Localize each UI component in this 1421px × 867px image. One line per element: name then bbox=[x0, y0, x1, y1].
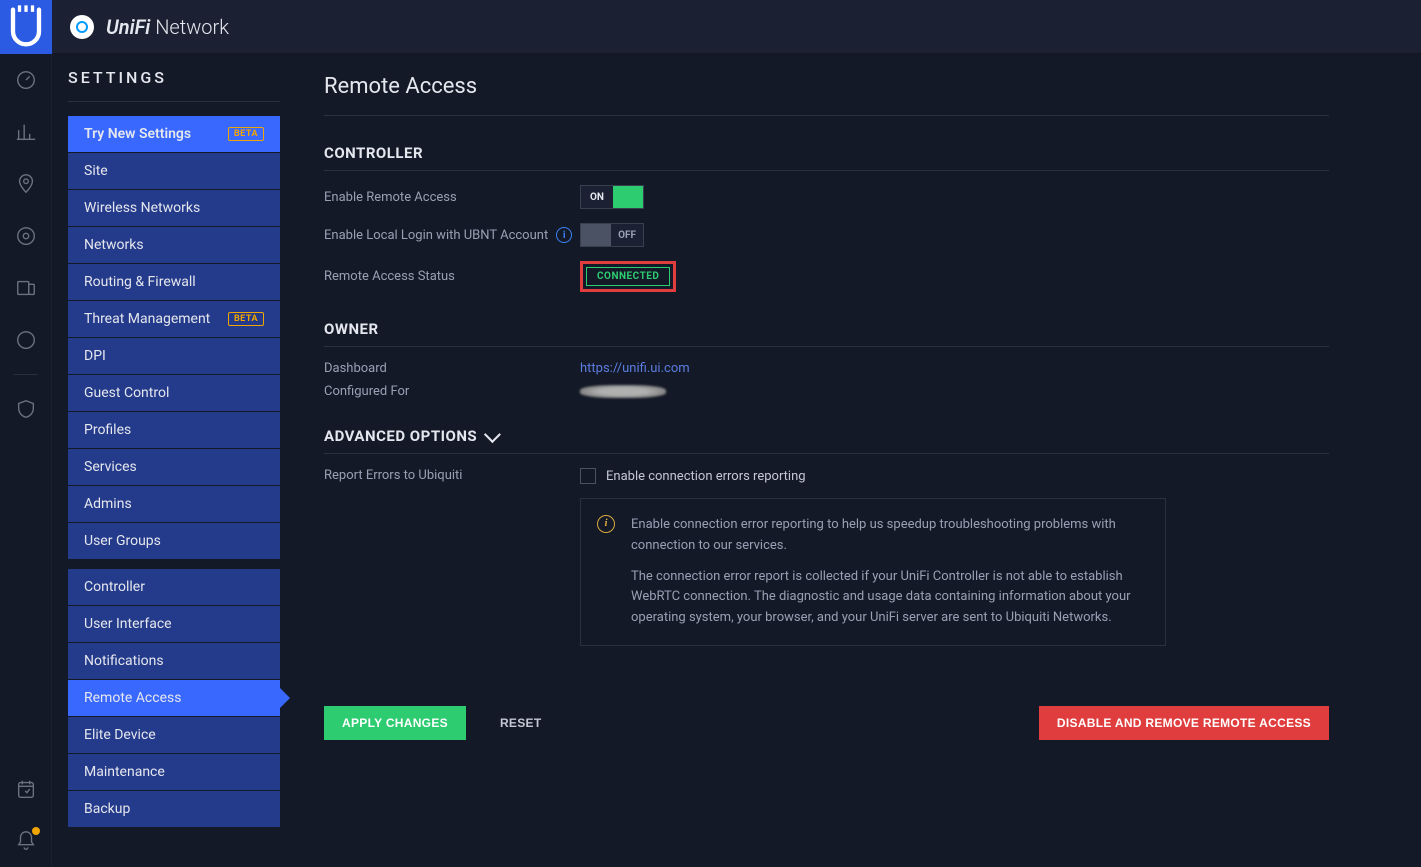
reset-button[interactable]: RESET bbox=[482, 706, 560, 740]
devices-icon[interactable] bbox=[6, 216, 46, 256]
nav-label: Elite Device bbox=[84, 727, 156, 743]
toggle-on-label: ON bbox=[581, 186, 613, 208]
nav-label: Admins bbox=[84, 496, 132, 512]
remote-access-status-label: Remote Access Status bbox=[324, 269, 580, 284]
nav-guest-control[interactable]: Guest Control bbox=[68, 375, 280, 411]
dashboard-icon[interactable] bbox=[6, 60, 46, 100]
nav-label: Controller bbox=[84, 579, 145, 595]
nav-wireless-networks[interactable]: Wireless Networks bbox=[68, 190, 280, 226]
statistics-icon[interactable] bbox=[6, 112, 46, 152]
nav-label: Services bbox=[84, 459, 137, 475]
toggle-knob bbox=[581, 224, 611, 246]
settings-sidebar: SETTINGS Try New Settings BETA Site Wire… bbox=[52, 54, 296, 867]
nav-try-new-settings[interactable]: Try New Settings BETA bbox=[68, 116, 280, 152]
insights-icon[interactable] bbox=[6, 320, 46, 360]
disable-remote-access-button[interactable]: DISABLE AND REMOVE REMOTE ACCESS bbox=[1039, 706, 1329, 740]
nav-label: User Groups bbox=[84, 533, 161, 549]
nav-routing-firewall[interactable]: Routing & Firewall bbox=[68, 264, 280, 300]
sidebar-heading: SETTINGS bbox=[68, 68, 280, 102]
header-title: UniFi Network bbox=[106, 15, 229, 39]
nav-user-interface[interactable]: User Interface bbox=[68, 606, 280, 642]
nav-label: Backup bbox=[84, 801, 130, 817]
brand-suffix: Network bbox=[150, 15, 229, 39]
local-login-toggle[interactable]: OFF bbox=[580, 223, 644, 247]
beta-badge: BETA bbox=[228, 312, 264, 326]
nav-label: Routing & Firewall bbox=[84, 274, 196, 290]
nav-dpi[interactable]: DPI bbox=[68, 338, 280, 374]
enable-remote-access-label: Enable Remote Access bbox=[324, 190, 580, 205]
toggle-off-label: OFF bbox=[611, 224, 643, 246]
section-owner-heading: OWNER bbox=[324, 320, 1329, 347]
local-login-label: Enable Local Login with UBNT Account i bbox=[324, 227, 580, 243]
report-errors-checkbox-label: Enable connection errors reporting bbox=[606, 469, 806, 484]
configured-for-label: Configured For bbox=[324, 384, 580, 399]
nav-label: Threat Management bbox=[84, 311, 210, 327]
nav-label: Profiles bbox=[84, 422, 131, 438]
enable-remote-access-toggle[interactable]: ON bbox=[580, 185, 644, 209]
nav-label: Maintenance bbox=[84, 764, 165, 780]
nav-profiles[interactable]: Profiles bbox=[68, 412, 280, 448]
info-paragraph-1: Enable connection error reporting to hel… bbox=[631, 515, 1149, 557]
nav-user-groups[interactable]: User Groups bbox=[68, 523, 280, 559]
nav-notifications[interactable]: Notifications bbox=[68, 643, 280, 679]
nav-remote-access[interactable]: Remote Access bbox=[68, 680, 280, 716]
nav-label: Guest Control bbox=[84, 385, 169, 401]
chevron-down-icon bbox=[484, 426, 501, 443]
nav-maintenance[interactable]: Maintenance bbox=[68, 754, 280, 790]
report-errors-label: Report Errors to Ubiquiti bbox=[324, 468, 580, 483]
nav-group-site: Try New Settings BETA Site Wireless Netw… bbox=[68, 116, 280, 559]
advanced-options-label: ADVANCED OPTIONS bbox=[324, 427, 477, 445]
connected-badge: CONNECTED bbox=[586, 267, 670, 286]
toggle-knob bbox=[613, 186, 643, 208]
notifications-icon[interactable] bbox=[6, 821, 46, 861]
nav-group-controller: Controller User Interface Notifications … bbox=[68, 569, 280, 827]
configured-for-value-redacted bbox=[580, 385, 666, 398]
events-icon[interactable] bbox=[6, 769, 46, 809]
nav-label: Remote Access bbox=[84, 690, 181, 706]
nav-label: DPI bbox=[84, 348, 106, 364]
security-icon[interactable] bbox=[6, 389, 46, 429]
app-header: UniFi Network bbox=[52, 0, 1421, 54]
nav-label: Networks bbox=[84, 237, 144, 253]
advanced-options-toggle[interactable]: ADVANCED OPTIONS bbox=[324, 427, 1329, 454]
rail-divider bbox=[14, 374, 38, 375]
icon-rail bbox=[0, 0, 52, 867]
nav-threat-management[interactable]: Threat Management BETA bbox=[68, 301, 280, 337]
beta-badge: BETA bbox=[228, 127, 264, 141]
nav-services[interactable]: Services bbox=[68, 449, 280, 485]
status-highlight-box: CONNECTED bbox=[580, 261, 676, 292]
nav-networks[interactable]: Networks bbox=[68, 227, 280, 263]
nav-elite-device[interactable]: Elite Device bbox=[68, 717, 280, 753]
info-icon[interactable]: i bbox=[556, 227, 572, 243]
logo[interactable] bbox=[0, 0, 52, 54]
dashboard-label: Dashboard bbox=[324, 361, 580, 376]
section-controller-heading: CONTROLLER bbox=[324, 144, 1329, 171]
map-icon[interactable] bbox=[6, 164, 46, 204]
nav-label: Site bbox=[84, 163, 108, 179]
nav-label: Try New Settings bbox=[84, 126, 191, 142]
nav-label: User Interface bbox=[84, 616, 172, 632]
local-login-text: Enable Local Login with UBNT Account bbox=[324, 228, 548, 243]
nav-admins[interactable]: Admins bbox=[68, 486, 280, 522]
action-row: APPLY CHANGES RESET DISABLE AND REMOVE R… bbox=[324, 706, 1329, 740]
main-content: Remote Access CONTROLLER Enable Remote A… bbox=[296, 54, 1421, 867]
info-box: i Enable connection error reporting to h… bbox=[580, 498, 1166, 646]
dashboard-link[interactable]: https://unifi.ui.com bbox=[580, 361, 690, 376]
info-paragraph-2: The connection error report is collected… bbox=[631, 567, 1149, 629]
brand-name: UniFi bbox=[106, 15, 150, 39]
report-errors-checkbox[interactable] bbox=[580, 468, 596, 484]
clients-icon[interactable] bbox=[6, 268, 46, 308]
nav-controller[interactable]: Controller bbox=[68, 569, 280, 605]
apply-changes-button[interactable]: APPLY CHANGES bbox=[324, 706, 466, 740]
nav-label: Notifications bbox=[84, 653, 164, 669]
info-icon: i bbox=[597, 515, 615, 533]
controller-status-dot[interactable] bbox=[70, 15, 94, 39]
page-title: Remote Access bbox=[324, 74, 1329, 116]
nav-label: Wireless Networks bbox=[84, 200, 200, 216]
nav-site[interactable]: Site bbox=[68, 153, 280, 189]
nav-backup[interactable]: Backup bbox=[68, 791, 280, 827]
notification-dot bbox=[32, 827, 40, 835]
